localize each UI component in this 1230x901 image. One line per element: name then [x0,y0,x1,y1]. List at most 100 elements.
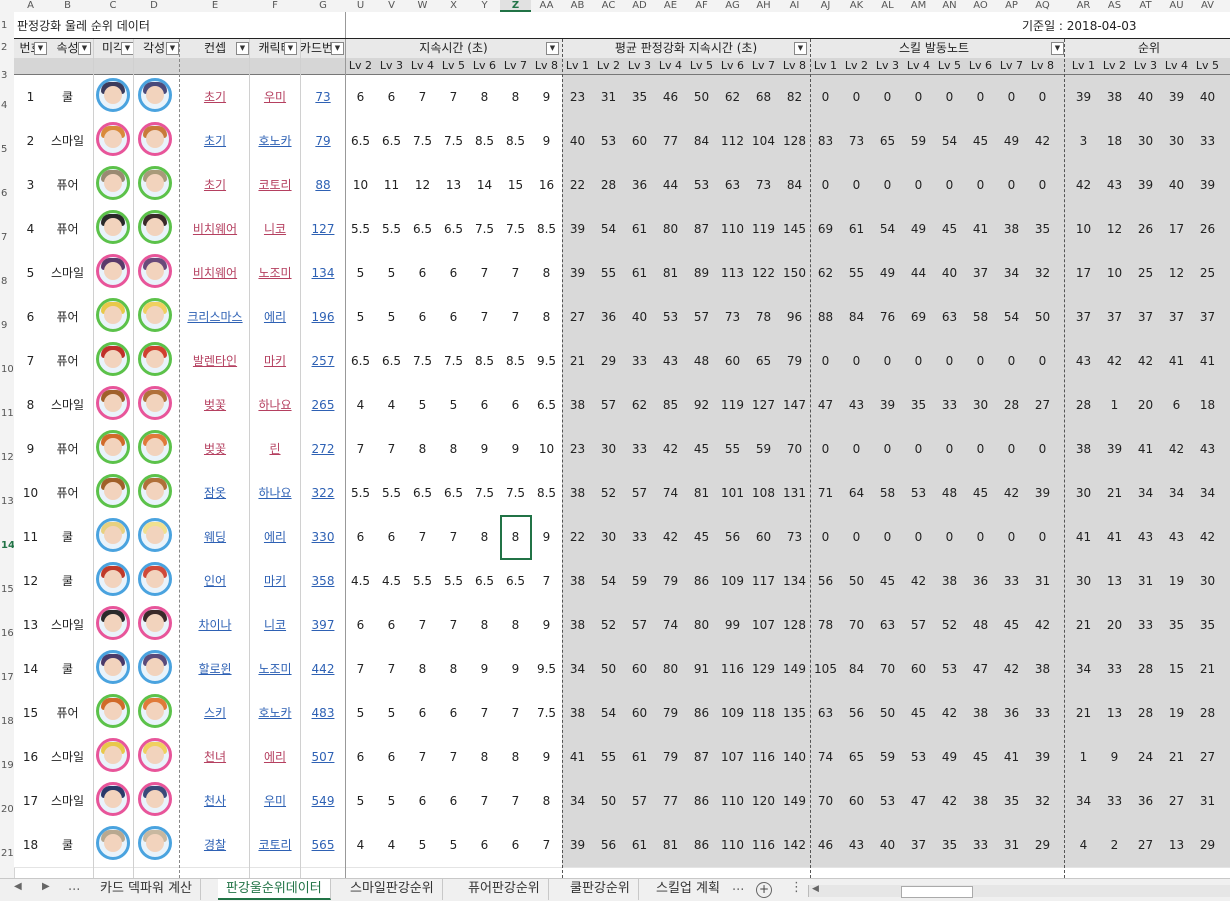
cell-rank[interactable]: 28 [1068,383,1099,427]
cell-rank[interactable]: 1 [1068,735,1099,779]
cell-skill-notes[interactable]: 0 [996,163,1027,207]
cell-duration[interactable]: 7.5 [500,207,531,251]
cell-avg-duration[interactable]: 89 [686,251,717,295]
cell-skill-notes[interactable]: 48 [934,471,965,515]
cell-duration[interactable]: 7.5 [438,119,469,163]
column-header-av[interactable]: AV [1192,0,1223,12]
cell-rank[interactable]: 1 [1099,383,1130,427]
cell-duration[interactable]: 8 [407,427,438,471]
tab-1[interactable]: 카드 덱파워 계산 [92,879,201,900]
cell-avg-duration[interactable]: 39 [562,823,593,867]
cell-rank[interactable]: 17 [1161,207,1192,251]
cell-duration[interactable]: 7.5 [407,339,438,383]
cell-skill-notes[interactable]: 35 [934,823,965,867]
cell-avg-duration[interactable]: 86 [686,823,717,867]
cell-card-number[interactable]: 549 [301,779,345,823]
column-header-at[interactable]: AT [1130,0,1161,12]
cell-rank[interactable]: 30 [1068,559,1099,603]
cell-avg-duration[interactable]: 60 [624,647,655,691]
cell-avg-duration[interactable]: 33 [624,515,655,559]
cell-avg-duration[interactable]: 145 [779,207,810,251]
cell-avg-duration[interactable]: 87 [686,207,717,251]
cell-rank[interactable]: 17 [1068,251,1099,295]
cell-character[interactable]: 노조미 [251,251,299,295]
cell-number[interactable]: 1 [14,75,47,119]
cell-avg-duration[interactable]: 53 [655,295,686,339]
column-header-ah[interactable]: AH [748,0,779,12]
cell-avg-duration[interactable]: 39 [562,251,593,295]
column-header-c[interactable]: C [93,0,133,12]
cell-rank[interactable]: 43 [1192,427,1223,471]
cell-duration[interactable]: 4 [345,823,376,867]
cell-avg-duration[interactable]: 21 [562,339,593,383]
cell-attribute[interactable]: 퓨어 [47,295,88,339]
cell-number[interactable]: 13 [14,603,47,647]
column-header-a[interactable]: A [14,0,47,12]
row-header-16[interactable]: 16 [0,628,14,639]
cell-skill-notes[interactable]: 42 [1027,119,1058,163]
cell-rank[interactable]: 2 [1099,823,1130,867]
cell-number[interactable]: 6 [14,295,47,339]
cell-rank[interactable]: 28 [1130,691,1161,735]
cell-duration[interactable]: 6 [438,295,469,339]
cell-avg-duration[interactable]: 142 [779,823,810,867]
cell-avg-duration[interactable]: 77 [655,119,686,163]
cell-skill-notes[interactable]: 38 [996,207,1027,251]
cell-rank[interactable]: 40 [1192,75,1223,119]
cell-rank[interactable]: 26 [1130,207,1161,251]
cell-concept[interactable]: 초기 [183,75,247,119]
cell-attribute[interactable]: 쿨 [47,647,88,691]
cell-character[interactable]: 린 [251,427,299,471]
cell-card-number[interactable]: 330 [301,515,345,559]
cell-avg-duration[interactable]: 79 [655,559,686,603]
cell-avg-duration[interactable]: 135 [779,691,810,735]
cell-number[interactable]: 15 [14,691,47,735]
cell-duration[interactable]: 8 [500,735,531,779]
cell-rank[interactable]: 42 [1192,515,1223,559]
cell-skill-notes[interactable]: 0 [841,427,872,471]
cell-skill-notes[interactable]: 73 [841,119,872,163]
cell-concept[interactable]: 비치웨어 [183,251,247,295]
cell-skill-notes[interactable]: 59 [872,735,903,779]
tab-prev-icon[interactable]: ◀ [14,881,22,892]
cell-rank[interactable]: 3 [1068,119,1099,163]
row-header-7[interactable]: 7 [0,232,14,243]
cell-rank[interactable]: 31 [1130,559,1161,603]
cell-avg-duration[interactable]: 128 [779,119,810,163]
cell-avg-duration[interactable]: 59 [748,427,779,471]
cell-avg-duration[interactable]: 80 [655,207,686,251]
cell-attribute[interactable]: 퓨어 [47,427,88,471]
cell-skill-notes[interactable]: 41 [996,735,1027,779]
cell-skill-notes[interactable]: 29 [1027,823,1058,867]
cell-avg-duration[interactable]: 82 [779,75,810,119]
cell-skill-notes[interactable]: 0 [903,163,934,207]
cell-character[interactable]: 에리 [251,295,299,339]
cell-avg-duration[interactable]: 57 [593,383,624,427]
cell-rank[interactable]: 38 [1099,75,1130,119]
cell-skill-notes[interactable]: 45 [934,207,965,251]
cell-duration[interactable]: 5 [345,251,376,295]
cell-concept[interactable]: 경찰 [183,823,247,867]
cell-avg-duration[interactable]: 120 [748,779,779,823]
cell-duration[interactable]: 7 [469,779,500,823]
cell-duration[interactable]: 6 [345,735,376,779]
cell-duration[interactable]: 7 [407,75,438,119]
cell-number[interactable]: 2 [14,119,47,163]
cell-card-number[interactable]: 134 [301,251,345,295]
cell-duration[interactable]: 7 [500,251,531,295]
cell-duration[interactable]: 6.5 [345,119,376,163]
cell-avg-duration[interactable]: 46 [655,75,686,119]
tab-menu-icon[interactable]: ⋮ [790,880,803,895]
column-header-ag[interactable]: AG [717,0,748,12]
cell-duration[interactable]: 16 [531,163,562,207]
filter-skill-notes-icon[interactable]: ▼ [1051,42,1064,55]
cell-rank[interactable]: 39 [1130,163,1161,207]
tab-more-left[interactable]: ... [68,879,80,894]
cell-character[interactable]: 니코 [251,603,299,647]
cell-concept[interactable]: 웨딩 [183,515,247,559]
cell-skill-notes[interactable]: 0 [934,427,965,471]
cell-duration[interactable]: 7 [376,427,407,471]
cell-skill-notes[interactable]: 78 [810,603,841,647]
cell-skill-notes[interactable]: 53 [903,735,934,779]
cell-skill-notes[interactable]: 36 [965,559,996,603]
